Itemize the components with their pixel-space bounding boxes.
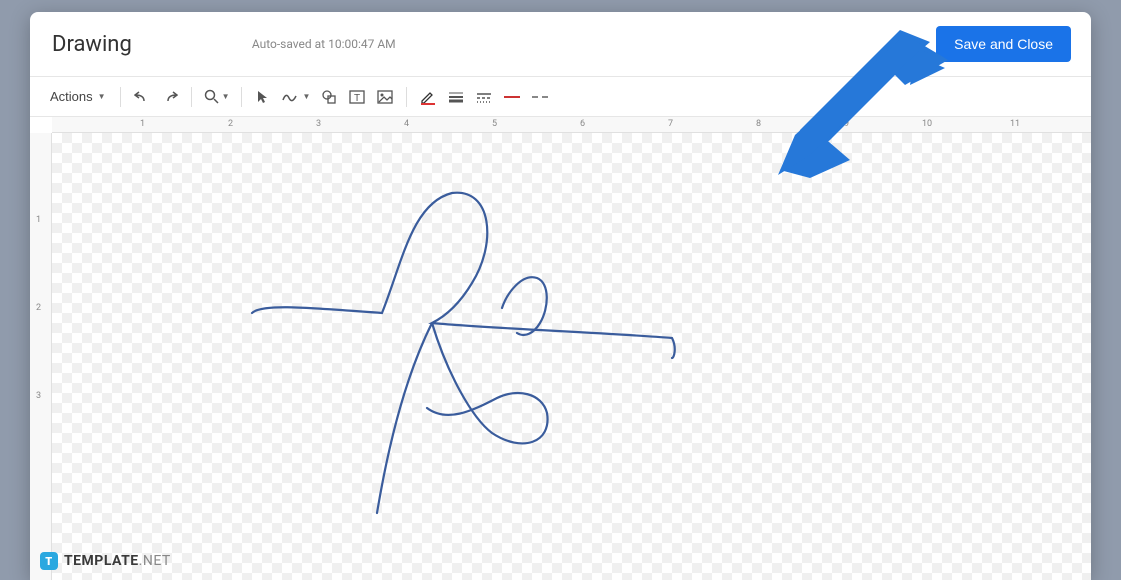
line-dash-button[interactable]	[471, 84, 497, 110]
watermark-badge-icon: T	[40, 552, 58, 570]
zoom-button[interactable]: ▼	[200, 84, 234, 110]
ruler-tick: 3	[316, 119, 321, 129]
watermark: T TEMPLATE.NET	[40, 552, 171, 570]
line-tool[interactable]: ▼	[278, 84, 314, 110]
dialog-header: Drawing Auto-saved at 10:00:47 AM Save a…	[30, 12, 1091, 77]
ruler-tick: 1	[36, 215, 41, 225]
image-tool[interactable]	[372, 84, 398, 110]
toolbar-separator	[191, 87, 192, 107]
select-tool[interactable]	[250, 84, 276, 110]
line-start-button[interactable]	[499, 84, 525, 110]
toolbar-separator	[406, 87, 407, 107]
ruler-tick: 8	[756, 119, 761, 129]
drawing-dialog: Drawing Auto-saved at 10:00:47 AM Save a…	[30, 12, 1091, 580]
shape-tool[interactable]	[316, 84, 342, 110]
line-weight-button[interactable]	[443, 84, 469, 110]
cursor-icon	[256, 90, 270, 104]
chevron-down-icon: ▼	[98, 92, 106, 101]
ruler-tick: 9	[844, 119, 849, 129]
watermark-suffix: .NET	[139, 553, 171, 569]
autosave-status: Auto-saved at 10:00:47 AM	[252, 37, 396, 51]
redo-button[interactable]	[157, 84, 183, 110]
textbox-tool[interactable]: T	[344, 84, 370, 110]
dialog-title: Drawing	[52, 32, 132, 57]
pencil-icon	[419, 88, 437, 106]
ruler-tick: 6	[580, 119, 585, 129]
vertical-ruler: 1 2 3	[30, 133, 52, 580]
chevron-down-icon: ▼	[222, 92, 230, 101]
svg-text:T: T	[354, 93, 360, 104]
line-end-icon	[532, 96, 548, 98]
watermark-brand: TEMPLATE	[64, 553, 139, 569]
line-weight-icon	[447, 90, 465, 104]
image-icon	[377, 89, 393, 105]
ruler-tick: 2	[228, 119, 233, 129]
canvas-checker-bg	[52, 133, 1091, 580]
chevron-down-icon: ▼	[302, 92, 310, 101]
drawing-toolbar: Actions ▼ ▼ ▼ T	[30, 77, 1091, 117]
ruler-tick: 11	[1010, 119, 1020, 129]
ruler-tick: 10	[922, 119, 932, 129]
redo-icon	[162, 89, 178, 105]
toolbar-separator	[120, 87, 121, 107]
line-dash-icon	[475, 90, 493, 104]
ruler-tick: 4	[404, 119, 409, 129]
actions-menu[interactable]: Actions ▼	[44, 84, 112, 110]
textbox-icon: T	[349, 89, 365, 105]
line-color-button[interactable]	[415, 84, 441, 110]
undo-button[interactable]	[129, 84, 155, 110]
horizontal-ruler: 1 2 3 4 5 6 7 8 9 10 11	[52, 117, 1091, 133]
ruler-tick: 3	[36, 391, 41, 401]
ruler-tick: 2	[36, 303, 41, 313]
actions-label: Actions	[50, 89, 93, 104]
ruler-tick: 5	[492, 119, 497, 129]
drawing-canvas-area[interactable]: 1 2 3 4 5 6 7 8 9 10 11 1 2 3	[30, 117, 1091, 580]
line-end-button[interactable]	[527, 84, 553, 110]
undo-icon	[134, 89, 150, 105]
scribble-icon	[282, 90, 300, 104]
toolbar-separator	[241, 87, 242, 107]
ruler-tick: 1	[140, 119, 145, 129]
shape-icon	[321, 89, 337, 105]
zoom-icon	[204, 89, 220, 105]
ruler-tick: 7	[668, 119, 673, 129]
line-start-icon	[504, 96, 520, 98]
save-and-close-button[interactable]: Save and Close	[936, 26, 1071, 62]
